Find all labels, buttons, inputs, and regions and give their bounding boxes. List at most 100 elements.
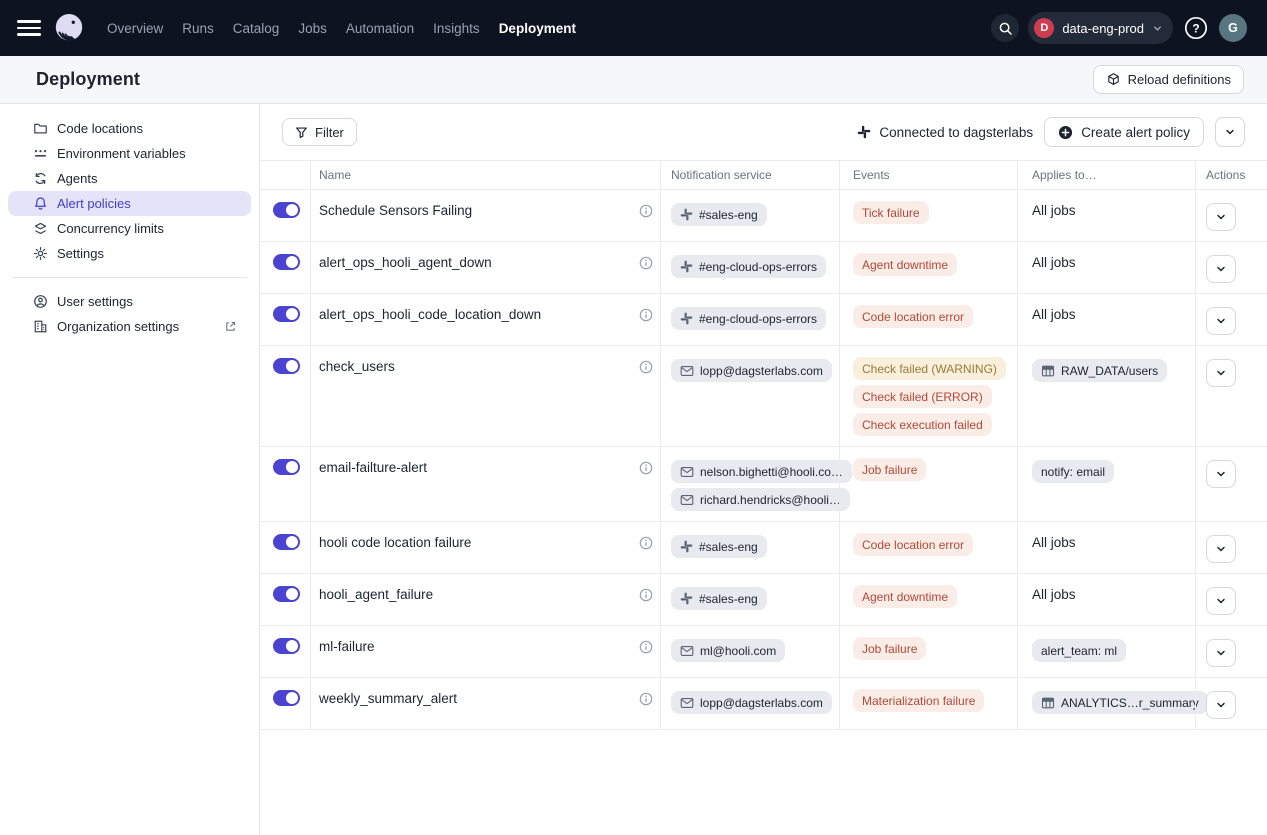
- alert-enabled-toggle[interactable]: [273, 306, 300, 322]
- user-avatar[interactable]: G: [1219, 14, 1247, 42]
- applies-to-tag-pill: notify: email: [1032, 460, 1114, 483]
- alert-enabled-toggle[interactable]: [273, 638, 300, 654]
- sidebar-item-label: Settings: [57, 246, 104, 261]
- toggle-cell: [260, 574, 310, 625]
- hamburger-menu-icon[interactable]: [17, 16, 41, 40]
- alert-enabled-toggle[interactable]: [273, 202, 300, 218]
- info-icon[interactable]: [639, 308, 653, 322]
- slack-icon: [680, 540, 693, 553]
- dagster-logo[interactable]: [52, 11, 86, 45]
- info-icon[interactable]: [639, 692, 653, 706]
- info-icon[interactable]: [639, 640, 653, 654]
- alert-enabled-toggle[interactable]: [273, 358, 300, 374]
- notification-label: #eng-cloud-ops-errors: [699, 312, 817, 326]
- alert-policy-name: alert_ops_hooli_agent_down: [319, 255, 492, 270]
- topbar-right-cluster: D data-eng-prod ? G: [991, 12, 1247, 44]
- nav-automation[interactable]: Automation: [346, 21, 414, 36]
- info-icon[interactable]: [639, 256, 653, 270]
- info-icon[interactable]: [639, 536, 653, 550]
- events-cell: Code location error: [839, 522, 1017, 573]
- bell-icon: [32, 196, 48, 212]
- search-icon: [998, 21, 1013, 36]
- reload-definitions-button[interactable]: Reload definitions: [1093, 65, 1244, 94]
- sidebar-item-user-settings[interactable]: User settings: [8, 289, 251, 314]
- external-link-icon: [224, 320, 237, 333]
- applies-to-value: All jobs: [1032, 255, 1076, 270]
- chevron-down-icon: [1215, 647, 1227, 659]
- row-actions-button[interactable]: [1206, 691, 1236, 719]
- connected-label: Connected to dagsterlabs: [879, 125, 1033, 140]
- toggle-cell: [260, 242, 310, 293]
- notification-service-cell: #sales-eng: [660, 522, 839, 573]
- sidebar-item-organization-settings[interactable]: Organization settings: [8, 314, 251, 339]
- gear-icon: [32, 246, 48, 262]
- nav-jobs[interactable]: Jobs: [298, 21, 327, 36]
- actions-cell: [1195, 242, 1267, 293]
- alert-enabled-toggle[interactable]: [273, 690, 300, 706]
- event-badge: Materialization failure: [853, 689, 984, 712]
- notification-label: ml@hooli.com: [700, 644, 776, 658]
- table-icon: [1041, 696, 1055, 710]
- column-header-events: Events: [839, 161, 1017, 189]
- event-badge: Agent downtime: [853, 585, 957, 608]
- info-icon[interactable]: [639, 360, 653, 374]
- nav-deployment[interactable]: Deployment: [499, 21, 576, 36]
- name-cell: alert_ops_hooli_agent_down: [310, 242, 660, 293]
- events-cell: Code location error: [839, 294, 1017, 345]
- create-alert-policy-button[interactable]: Create alert policy: [1044, 117, 1204, 147]
- nav-overview[interactable]: Overview: [107, 21, 163, 36]
- row-actions-button[interactable]: [1206, 460, 1236, 488]
- sidebar-item-label: Organization settings: [57, 319, 179, 334]
- nav-runs[interactable]: Runs: [182, 21, 214, 36]
- actions-cell: [1195, 678, 1267, 729]
- name-cell: hooli_agent_failure: [310, 574, 660, 625]
- actions-cell: [1195, 447, 1267, 521]
- deployment-switcher[interactable]: D data-eng-prod: [1028, 12, 1173, 44]
- row-actions-button[interactable]: [1206, 203, 1236, 231]
- applies-to-value: All jobs: [1032, 203, 1076, 218]
- row-actions-button[interactable]: [1206, 307, 1236, 335]
- info-icon[interactable]: [639, 588, 653, 602]
- sidebar-item-concurrency-limits[interactable]: Concurrency limits: [8, 216, 251, 241]
- search-button[interactable]: [991, 14, 1019, 42]
- table-header-row: Name Notification service Events Applies…: [260, 160, 1267, 190]
- row-actions-button[interactable]: [1206, 359, 1236, 387]
- row-actions-button[interactable]: [1206, 255, 1236, 283]
- email-icon: [680, 493, 694, 507]
- info-icon[interactable]: [639, 461, 653, 475]
- sidebar-item-agents[interactable]: Agents: [8, 166, 251, 191]
- chevron-down-icon: [1215, 543, 1227, 555]
- info-icon[interactable]: [639, 204, 653, 218]
- alert-enabled-toggle[interactable]: [273, 254, 300, 270]
- slack-icon: [680, 208, 693, 221]
- alert-policy-name: check_users: [319, 359, 395, 374]
- row-actions-button[interactable]: [1206, 535, 1236, 563]
- alert-enabled-toggle[interactable]: [273, 586, 300, 602]
- alert-enabled-toggle[interactable]: [273, 534, 300, 550]
- notification-service-cell: #eng-cloud-ops-errors: [660, 242, 839, 293]
- building-icon: [32, 319, 48, 335]
- notification-pill: #sales-eng: [671, 587, 767, 610]
- chevron-down-icon: [1215, 468, 1227, 480]
- alert-policies-toolbar: Filter Connected to dagsterlabs Create a…: [260, 104, 1267, 160]
- row-actions-button[interactable]: [1206, 639, 1236, 667]
- event-badge: Check failed (ERROR): [853, 385, 992, 408]
- sidebar-item-settings[interactable]: Settings: [8, 241, 251, 266]
- nav-catalog[interactable]: Catalog: [233, 21, 280, 36]
- event-badge: Agent downtime: [853, 253, 957, 276]
- create-policy-dropdown-button[interactable]: [1215, 117, 1245, 147]
- alert-enabled-toggle[interactable]: [273, 459, 300, 475]
- alert-policies-table-body: Schedule Sensors Failing#sales-engTick f…: [260, 190, 1267, 730]
- sidebar-item-alert-policies[interactable]: Alert policies: [8, 191, 251, 216]
- notification-service-cell: #sales-eng: [660, 190, 839, 241]
- sidebar-item-code-locations[interactable]: Code locations: [8, 116, 251, 141]
- top-navigation-bar: Overview Runs Catalog Jobs Automation In…: [0, 0, 1267, 56]
- filter-button[interactable]: Filter: [282, 118, 357, 146]
- help-icon: ?: [1183, 15, 1209, 41]
- nav-insights[interactable]: Insights: [433, 21, 480, 36]
- row-actions-button[interactable]: [1206, 587, 1236, 615]
- events-cell: Materialization failure: [839, 678, 1017, 729]
- help-button[interactable]: ?: [1182, 14, 1210, 42]
- column-header-applies-to: Applies to…: [1017, 161, 1195, 189]
- sidebar-item-environment-variables[interactable]: Environment variables: [8, 141, 251, 166]
